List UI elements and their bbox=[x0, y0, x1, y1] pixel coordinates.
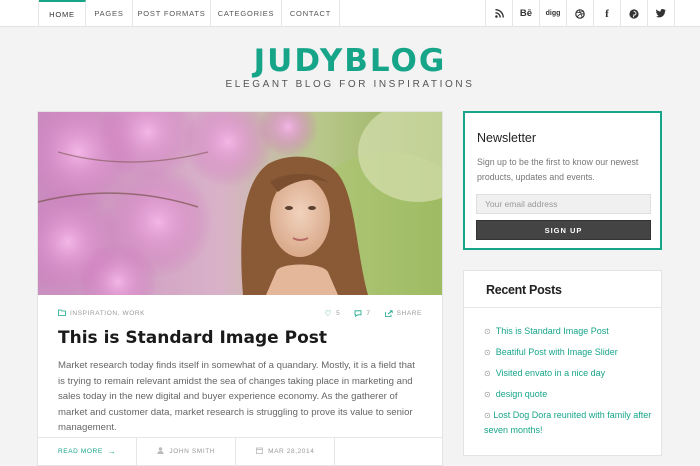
list-item[interactable]: ⊙ Lost Dog Dora reunited with family aft… bbox=[484, 408, 654, 439]
post-categories[interactable]: INSPIRATION, WORK bbox=[58, 309, 145, 318]
nav-item-categories[interactable]: CATEGORIES bbox=[211, 0, 282, 27]
pinterest-icon[interactable] bbox=[621, 0, 648, 27]
recent-post-link[interactable]: Visited envato in a nice day bbox=[496, 366, 605, 382]
comments-button[interactable]: 7 bbox=[354, 310, 370, 317]
newsletter-widget: Newsletter Sign up to be the first to kn… bbox=[463, 111, 662, 250]
heart-icon: ♡ bbox=[324, 309, 333, 318]
post-footer: READ MORE → JOHN SMITH MAR 28,2014 bbox=[38, 437, 442, 465]
nav-item-contact[interactable]: CONTACT bbox=[282, 0, 340, 27]
post-date-text: MAR 28,2014 bbox=[268, 448, 315, 455]
twitter-icon[interactable] bbox=[648, 0, 675, 27]
recent-posts-widget: Recent Posts ⊙ This is Standard Image Pos… bbox=[463, 270, 662, 456]
recent-posts-list: ⊙ This is Standard Image Post ⊙ Beatiful P… bbox=[484, 324, 654, 444]
circle-bullet-icon: ⊙ bbox=[484, 368, 491, 378]
share-button[interactable]: SHARE bbox=[384, 310, 422, 317]
likes-count: 5 bbox=[336, 310, 341, 317]
user-icon bbox=[157, 447, 165, 456]
arrow-right-icon: → bbox=[107, 447, 117, 456]
post-author-name: JOHN SMITH bbox=[169, 448, 216, 455]
dribbble-icon[interactable] bbox=[567, 0, 594, 27]
nav-item-pages[interactable]: PAGES bbox=[86, 0, 133, 27]
circle-bullet-icon: ⊙ bbox=[484, 410, 491, 420]
circle-bullet-icon: ⊙ bbox=[484, 389, 491, 399]
digg-icon[interactable]: digg bbox=[540, 0, 567, 27]
list-item[interactable]: ⊙ design quote bbox=[484, 387, 654, 403]
post-title[interactable]: This is Standard Image Post bbox=[58, 328, 327, 348]
post-meta: INSPIRATION, WORK ♡ 5 7 SHARE bbox=[58, 309, 422, 321]
list-item[interactable]: ⊙ This is Standard Image Post bbox=[484, 324, 654, 340]
list-item[interactable]: ⊙ Beatiful Post with Image Slider bbox=[484, 345, 654, 361]
recent-post-link[interactable]: Beatiful Post with Image Slider bbox=[496, 345, 618, 361]
sign-up-button[interactable]: SIGN UP bbox=[476, 220, 651, 240]
newsletter-title: Newsletter bbox=[477, 131, 537, 145]
folder-icon bbox=[58, 309, 66, 318]
likes-button[interactable]: ♡ 5 bbox=[324, 309, 340, 318]
recent-post-link[interactable]: design quote bbox=[496, 387, 548, 403]
site-logo[interactable]: JUDYBLOG bbox=[0, 43, 700, 79]
top-bar: HOME PAGES POST FORMATS CATEGORIES CONTA… bbox=[0, 0, 700, 27]
circle-bullet-icon: ⊙ bbox=[484, 347, 491, 357]
share-label: SHARE bbox=[396, 310, 422, 317]
read-more-link[interactable]: READ MORE → bbox=[38, 438, 138, 465]
circle-bullet-icon: ⊙ bbox=[484, 327, 491, 336]
facebook-icon[interactable]: f bbox=[594, 0, 621, 27]
social-links: Bē digg f bbox=[485, 0, 675, 27]
post-card: INSPIRATION, WORK ♡ 5 7 SHARE This is St… bbox=[37, 111, 443, 466]
share-icon bbox=[384, 310, 393, 317]
comment-icon bbox=[354, 310, 362, 317]
recent-post-link[interactable]: This is Standard Image Post bbox=[496, 324, 609, 340]
calendar-icon bbox=[256, 447, 264, 456]
email-field[interactable] bbox=[476, 194, 651, 214]
comments-count: 7 bbox=[366, 310, 371, 317]
post-categories-label: INSPIRATION, WORK bbox=[70, 310, 146, 317]
post-date: MAR 28,2014 bbox=[236, 438, 336, 465]
main-nav: HOME PAGES POST FORMATS CATEGORIES CONTA… bbox=[38, 0, 340, 27]
read-more-label: READ MORE bbox=[58, 448, 103, 455]
rss-icon[interactable] bbox=[486, 0, 513, 27]
post-featured-image[interactable] bbox=[38, 112, 442, 295]
site-tagline: ELEGANT BLOG FOR INSPIRATIONS bbox=[225, 79, 475, 90]
behance-icon[interactable]: Bē bbox=[513, 0, 540, 27]
divider bbox=[464, 307, 661, 308]
nav-item-post-formats[interactable]: POST FORMATS bbox=[133, 0, 211, 27]
list-item[interactable]: ⊙ Visited envato in a nice day bbox=[484, 366, 654, 382]
recent-post-link[interactable]: Lost Dog Dora reunited with family after… bbox=[484, 410, 651, 436]
newsletter-description: Sign up to be the first to know our newe… bbox=[477, 157, 639, 182]
post-excerpt: Market research today finds itself in so… bbox=[58, 360, 415, 433]
post-actions: ♡ 5 7 SHARE bbox=[324, 309, 422, 318]
post-author[interactable]: JOHN SMITH bbox=[137, 438, 237, 465]
recent-posts-title: Recent Posts bbox=[486, 283, 562, 297]
nav-item-home[interactable]: HOME bbox=[39, 0, 86, 27]
